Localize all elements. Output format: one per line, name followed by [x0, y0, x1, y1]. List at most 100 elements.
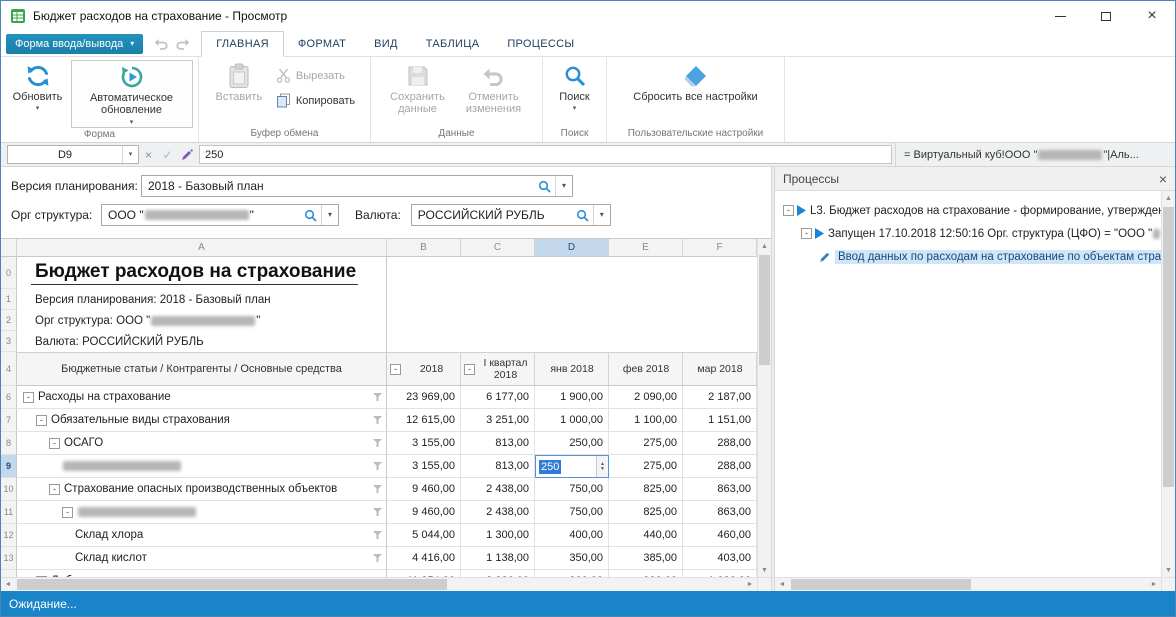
cell-B7[interactable]: 12 615,00 — [387, 409, 461, 432]
close-button[interactable]: × — [1129, 1, 1175, 31]
cell-B13[interactable]: 4 416,00 — [387, 547, 461, 570]
reset-settings-button[interactable]: Сбросить все настройки — [621, 60, 771, 104]
row-header-0[interactable]: 0 — [1, 257, 17, 289]
formula-input[interactable]: 250 — [199, 145, 892, 164]
filter-icon[interactable] — [373, 393, 382, 401]
cell-F4[interactable]: мар 2018 — [683, 352, 757, 386]
row-header-13[interactable]: 13 — [1, 547, 17, 570]
scroll-up-icon[interactable]: ▲ — [758, 239, 771, 253]
process-item-1[interactable]: -L3. Бюджет расходов на страхование - фо… — [783, 199, 1161, 222]
process-item-2[interactable]: -Запущен 17.10.2018 12:50:16 Орг. структ… — [783, 222, 1161, 245]
cell-B4[interactable]: -2018 — [387, 352, 461, 386]
search-icon[interactable] — [534, 180, 555, 193]
filter-icon[interactable] — [373, 531, 382, 539]
chevron-down-icon[interactable]: ▾ — [123, 151, 138, 158]
column-header-E[interactable]: E — [609, 239, 683, 257]
scroll-down-icon[interactable]: ▼ — [1162, 563, 1175, 577]
maximize-button[interactable] — [1083, 1, 1129, 31]
collapse-icon[interactable]: - — [36, 415, 47, 426]
chevron-down-icon[interactable]: ▾ — [594, 211, 610, 219]
collapse-icon[interactable]: - — [49, 484, 60, 495]
scroll-thumb[interactable] — [759, 255, 770, 365]
cell-D12[interactable]: 400,00 — [535, 524, 609, 547]
search-button[interactable]: Поиск ▾ — [549, 60, 601, 113]
cell-D11[interactable]: 750,00 — [535, 501, 609, 524]
cell-E8[interactable]: 275,00 — [609, 432, 683, 455]
cell-E10[interactable]: 825,00 — [609, 478, 683, 501]
cell-F12[interactable]: 460,00 — [683, 524, 757, 547]
cell-F8[interactable]: 288,00 — [683, 432, 757, 455]
row-header-2[interactable]: 2 — [1, 310, 17, 331]
scroll-track[interactable] — [758, 253, 771, 563]
scroll-thumb[interactable] — [791, 579, 971, 590]
undo-changes-button[interactable]: Отменить изменения — [456, 60, 532, 117]
cell-F14[interactable]: 1 036,00 — [683, 570, 757, 577]
vertical-scrollbar[interactable]: ▲ ▼ — [757, 239, 771, 577]
cell-D9[interactable]: 250▲▼ — [535, 455, 609, 478]
filter-icon[interactable] — [373, 416, 382, 424]
row-header-8[interactable]: 8 — [1, 432, 17, 455]
vertical-scrollbar[interactable]: ▲ ▼ — [1161, 191, 1175, 577]
column-header-A[interactable]: A — [17, 239, 387, 257]
edit-formula-icon[interactable] — [177, 149, 196, 161]
row-header-10[interactable]: 10 — [1, 478, 17, 501]
cell-C11[interactable]: 2 438,00 — [461, 501, 535, 524]
redo-icon[interactable] — [174, 36, 192, 52]
row-header-11[interactable]: 11 — [1, 501, 17, 524]
cell-D4[interactable]: янв 2018 — [535, 352, 609, 386]
cell-F6[interactable]: 2 187,00 — [683, 386, 757, 409]
org-structure-combo[interactable]: ООО " " ▾ — [101, 204, 339, 226]
cell-B8[interactable]: 3 155,00 — [387, 432, 461, 455]
cell-D6[interactable]: 1 900,00 — [535, 386, 609, 409]
currency-combo[interactable]: РОССИЙСКИЙ РУБЛЬ ▾ — [411, 204, 611, 226]
row-header-14[interactable]: 14 — [1, 570, 17, 577]
copy-button[interactable]: Копировать — [271, 91, 360, 110]
filter-icon[interactable] — [373, 485, 382, 493]
row-header-3[interactable]: 3 — [1, 331, 17, 352]
paste-button[interactable]: Вставить — [209, 60, 269, 104]
cell-B14[interactable]: 11 354,00 — [387, 570, 461, 577]
cell-C12[interactable]: 1 300,00 — [461, 524, 535, 547]
scroll-track[interactable] — [15, 578, 743, 591]
collapse-icon[interactable]: - — [62, 507, 73, 518]
cell-E4[interactable]: фев 2018 — [609, 352, 683, 386]
cell-A6[interactable]: -Расходы на страхование — [17, 386, 387, 409]
cut-button[interactable]: Вырезать — [271, 66, 360, 85]
cell-A1[interactable]: Версия планирования: 2018 - Базовый план — [17, 289, 387, 310]
confirm-entry-button[interactable]: ✓ — [158, 148, 177, 162]
collapse-icon[interactable]: - — [464, 364, 475, 375]
scroll-right-icon[interactable]: ► — [743, 578, 757, 591]
save-data-button[interactable]: Сохранить данные — [382, 60, 454, 117]
cell-D13[interactable]: 350,00 — [535, 547, 609, 570]
filter-icon[interactable] — [373, 508, 382, 516]
cell-B11[interactable]: 9 460,00 — [387, 501, 461, 524]
scroll-thumb[interactable] — [17, 579, 447, 590]
row-header-7[interactable]: 7 — [1, 409, 17, 432]
cell-A9[interactable] — [17, 455, 387, 478]
chevron-down-icon[interactable]: ▾ — [322, 211, 338, 219]
cell-F10[interactable]: 863,00 — [683, 478, 757, 501]
search-icon[interactable] — [572, 209, 593, 222]
collapse-icon[interactable]: - — [801, 228, 812, 239]
cell-E11[interactable]: 825,00 — [609, 501, 683, 524]
cell-D10[interactable]: 750,00 — [535, 478, 609, 501]
cell-D14[interactable]: 900,00 — [535, 570, 609, 577]
cell-C4[interactable]: -I квартал 2018 — [461, 352, 535, 386]
cell-A13[interactable]: Склад кислот — [17, 547, 387, 570]
filter-icon[interactable] — [373, 439, 382, 447]
tab-4-таблица[interactable]: ТАБЛИЦА — [412, 31, 494, 56]
collapse-icon[interactable]: - — [390, 364, 401, 375]
scroll-track[interactable] — [789, 578, 1147, 591]
tab-5-процессы[interactable]: ПРОЦЕССЫ — [493, 31, 588, 56]
cell-C6[interactable]: 6 177,00 — [461, 386, 535, 409]
column-header-B[interactable]: B — [387, 239, 461, 257]
horizontal-scrollbar[interactable]: ◄ ► — [775, 578, 1161, 591]
cell-F13[interactable]: 403,00 — [683, 547, 757, 570]
number-spinner[interactable]: ▲▼ — [596, 456, 608, 477]
cell-C13[interactable]: 1 138,00 — [461, 547, 535, 570]
collapse-icon[interactable]: - — [36, 576, 47, 578]
cell-E12[interactable]: 440,00 — [609, 524, 683, 547]
refresh-button[interactable]: Обновить ▾ — [7, 60, 69, 113]
search-icon[interactable] — [300, 209, 321, 222]
cell-C10[interactable]: 2 438,00 — [461, 478, 535, 501]
